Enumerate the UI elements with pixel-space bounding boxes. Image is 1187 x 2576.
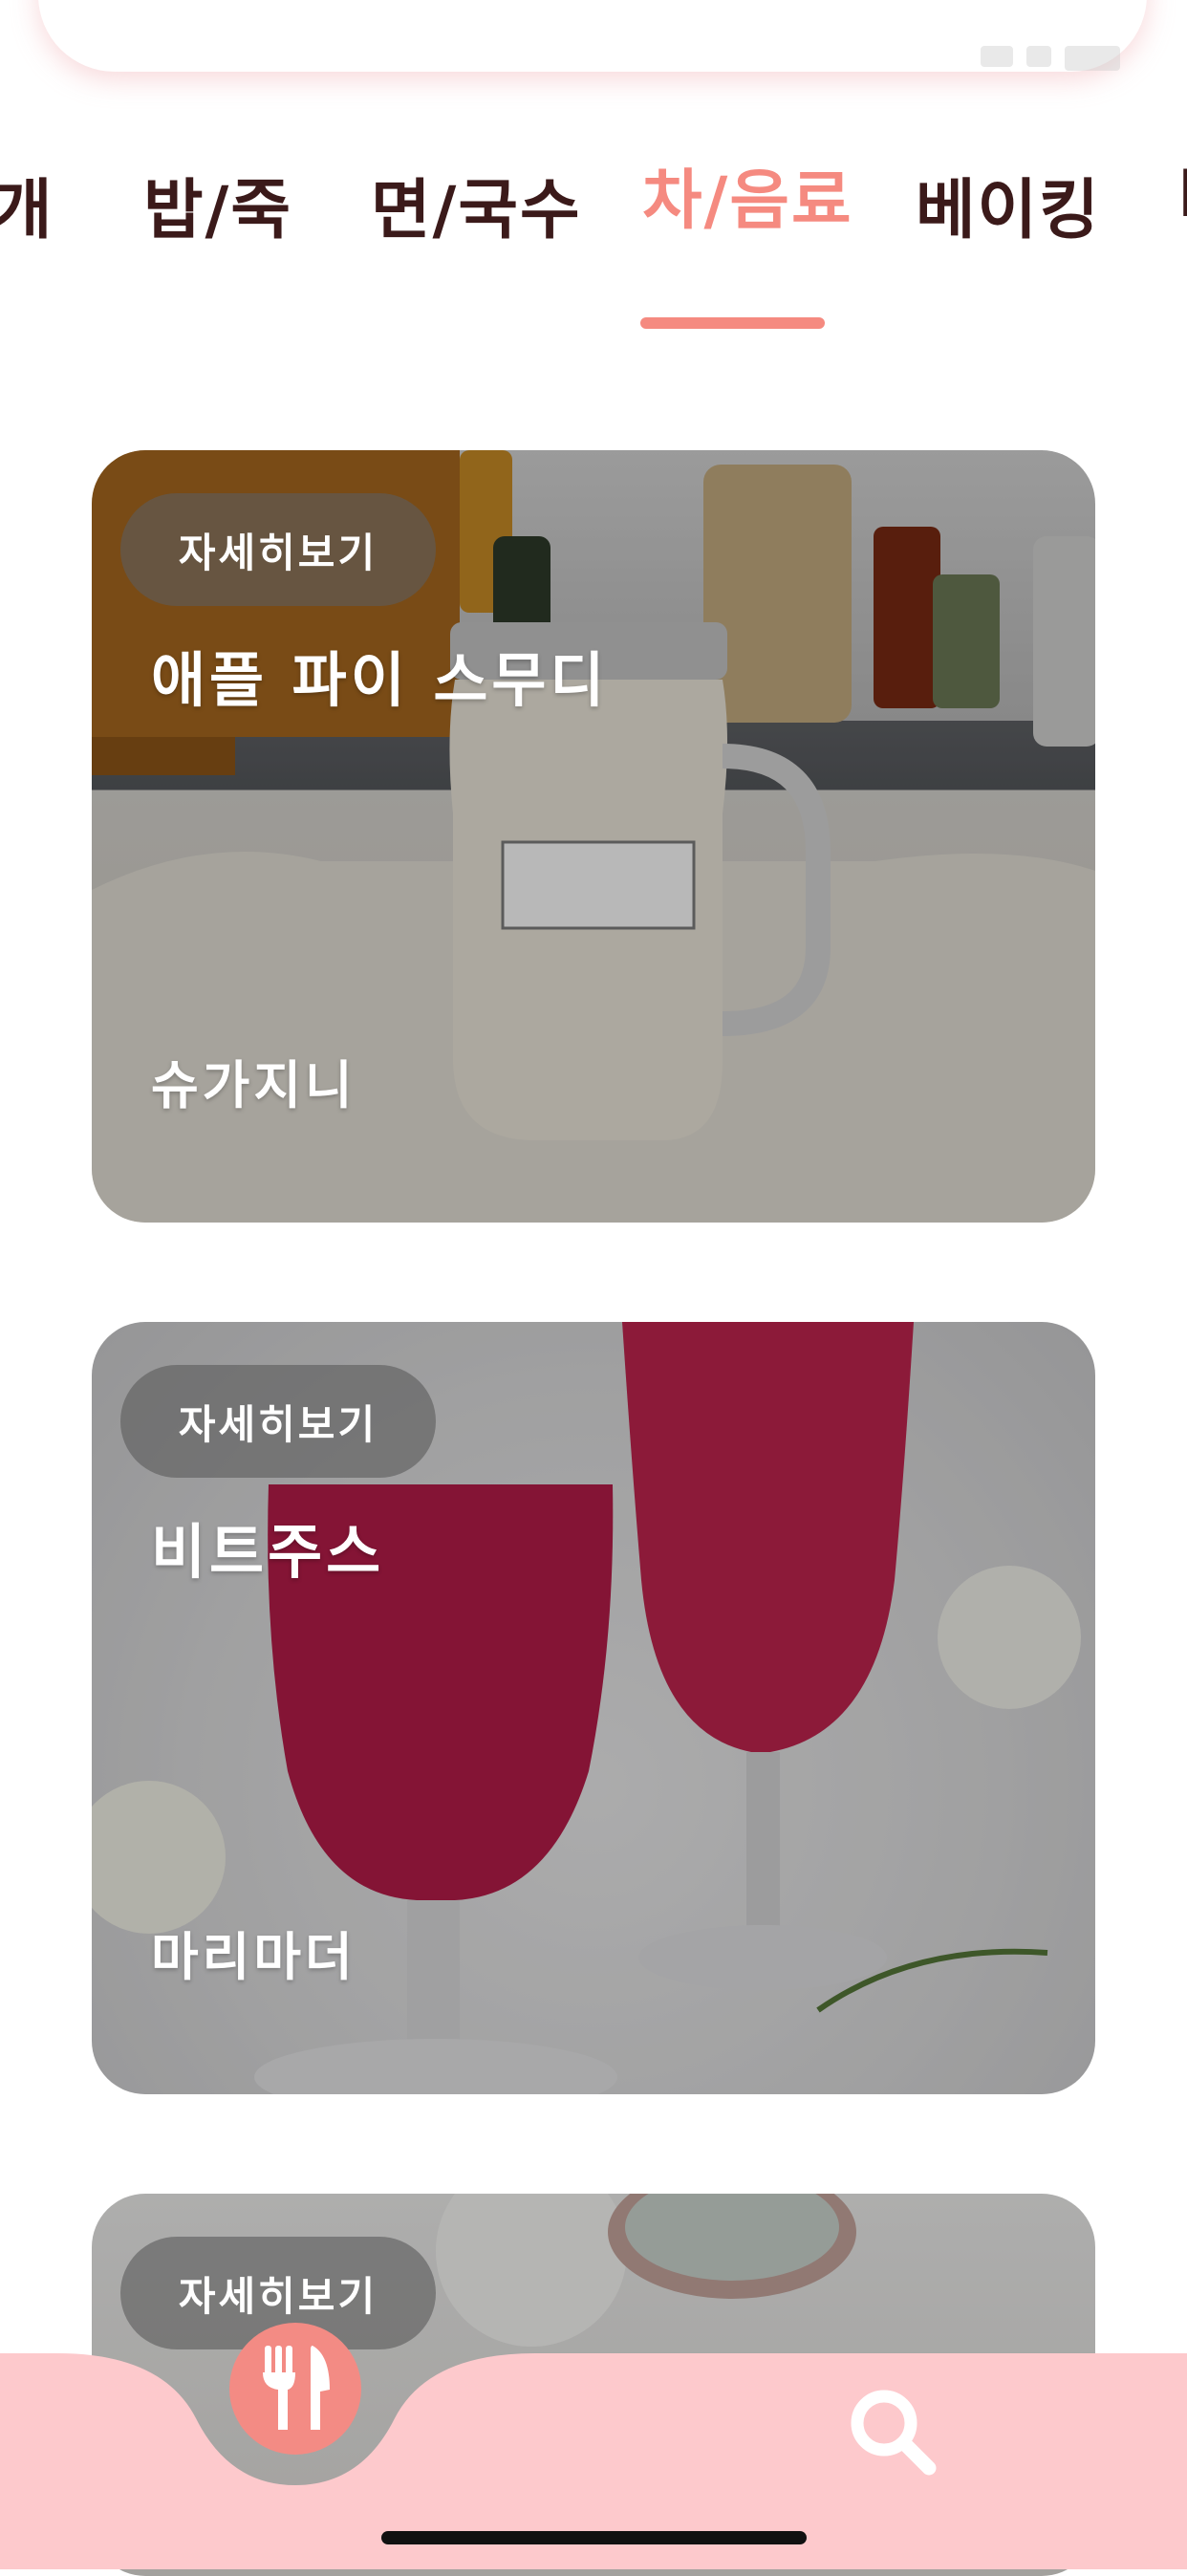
bottom-nav-background [0, 2353, 1187, 2569]
signal-icon [981, 46, 1013, 67]
view-details-button[interactable]: 자세히보기 [120, 1365, 436, 1478]
tab-baking[interactable]: 베이킹 [916, 157, 1101, 251]
tab-tea-drinks[interactable]: 차/음료 [642, 147, 853, 242]
recipe-card[interactable]: 자세히보기 애플 파이 스무디 슈가지니 [92, 450, 1095, 1223]
recipe-author: 슈가지니 [151, 1055, 356, 1115]
fork-knife-icon [263, 2346, 330, 2430]
search-button[interactable] [841, 2380, 946, 2485]
tab-partial-right[interactable]: I [1177, 157, 1187, 232]
view-details-button[interactable]: 자세히보기 [120, 493, 436, 606]
wifi-icon [1026, 46, 1051, 67]
category-tabs: 개 밥/죽 면/국수 차/음료 베이킹 I [0, 143, 1187, 258]
tab-rice-porridge[interactable]: 밥/죽 [143, 157, 292, 251]
recipe-title: 애플 파이 스무디 [151, 645, 609, 715]
recipe-title: 비트주스 [151, 1517, 385, 1587]
tab-noodles[interactable]: 면/국수 [371, 157, 582, 251]
battery-icon [1065, 46, 1120, 71]
status-icons [981, 46, 1120, 71]
home-recipes-button[interactable] [229, 2323, 361, 2455]
bottom-navigation [0, 2304, 1187, 2569]
recipe-author: 마리마더 [151, 1927, 356, 1987]
home-indicator[interactable] [381, 2531, 807, 2544]
tab-partial-left[interactable]: 개 [0, 157, 54, 251]
status-time: 6:00 [113, 36, 208, 80]
active-tab-indicator [640, 317, 825, 329]
recipe-card[interactable]: 자세히보기 비트주스 마리마더 [92, 1322, 1095, 2094]
search-icon [851, 2390, 937, 2476]
